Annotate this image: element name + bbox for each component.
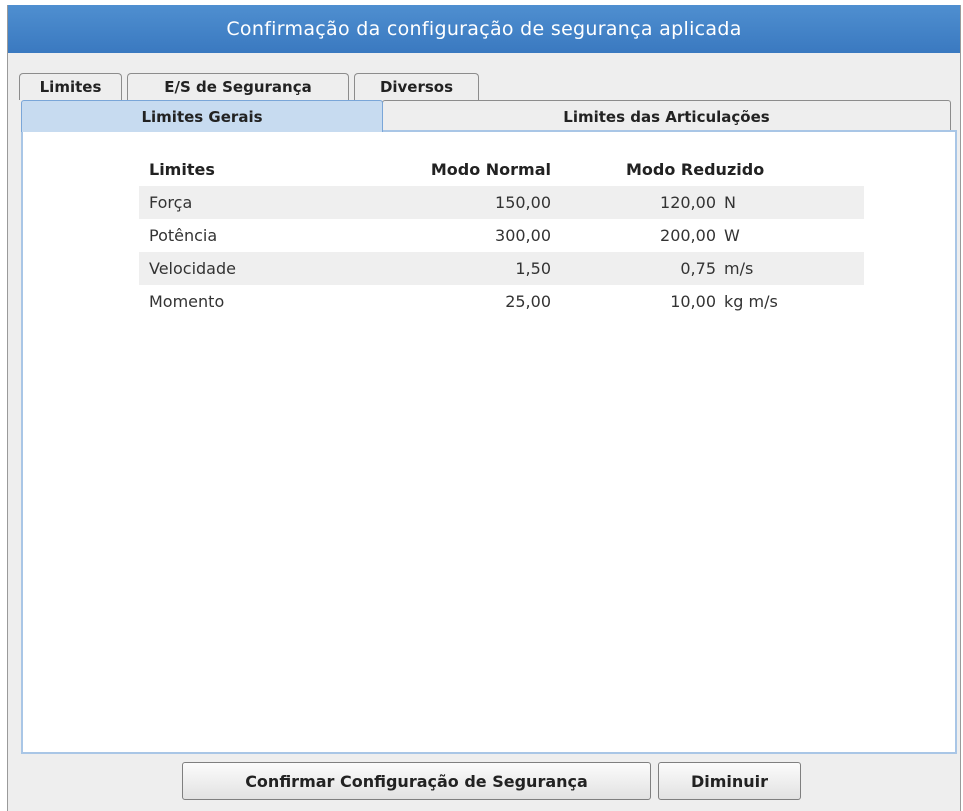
confirm-safety-config-button[interactable]: Confirmar Configuração de Segurança	[182, 762, 651, 800]
tab-label: Diversos	[379, 78, 454, 96]
unit: m/s	[716, 252, 864, 285]
spacer	[551, 285, 626, 318]
limit-name: Velocidade	[139, 252, 409, 285]
subtab-label: Limites das Articulações	[563, 107, 770, 126]
decrease-button[interactable]: Diminuir	[658, 762, 801, 800]
normal-value: 25,00	[505, 292, 551, 311]
button-label: Diminuir	[690, 771, 769, 791]
tab-es-de-seguranca[interactable]: E/S de Segurança	[127, 73, 349, 100]
limits-table: Limites Modo Normal Modo Reduzido Força …	[139, 152, 864, 318]
subtab-label: Limites Gerais	[141, 107, 263, 126]
dialog-title-bar: Confirmação da configuração de segurança…	[8, 5, 960, 53]
safety-confirmation-dialog: Confirmação da configuração de segurança…	[7, 5, 961, 811]
reduced-value: 10,00	[670, 292, 716, 311]
table-row: Potência 300,00 200,00 W	[139, 219, 864, 252]
table-header-row: Limites Modo Normal Modo Reduzido	[139, 152, 864, 186]
normal-value: 300,00	[495, 226, 551, 245]
normal-value: 1,50	[409, 252, 551, 285]
button-label: Confirmar Configuração de Segurança	[245, 771, 588, 791]
limit-name: Força	[139, 186, 409, 219]
spacer	[551, 252, 626, 285]
normal-value: 150,00	[409, 186, 551, 219]
table-row: Força 150,00 120,00 N	[139, 186, 864, 219]
header-modo-reduzido: Modo Reduzido	[626, 159, 765, 179]
spacer	[551, 219, 626, 252]
spacer	[551, 186, 626, 219]
tab-label: E/S de Segurança	[164, 78, 312, 96]
unit: W	[724, 226, 740, 245]
tab-label: Limites	[39, 78, 102, 96]
dialog-title: Confirmação da configuração de segurança…	[226, 18, 742, 40]
limits-panel: Limites Modo Normal Modo Reduzido Força …	[21, 130, 957, 754]
reduced-value: 200,00	[660, 226, 716, 245]
table-row: Velocidade 1,50 0,75 m/s	[139, 252, 864, 285]
limit-name: Potência	[149, 226, 218, 245]
reduced-value: 120,00	[626, 186, 716, 219]
unit: N	[716, 186, 864, 219]
tab-limites[interactable]: Limites	[19, 73, 122, 100]
reduced-value: 0,75	[626, 252, 716, 285]
header-modo-normal: Modo Normal	[430, 159, 551, 179]
subtab-limites-gerais[interactable]: Limites Gerais	[21, 100, 383, 132]
tab-diversos[interactable]: Diversos	[354, 73, 479, 100]
header-limites: Limites	[149, 159, 215, 179]
subtab-limites-das-articulacoes[interactable]: Limites das Articulações	[382, 100, 951, 132]
table-row: Momento 25,00 10,00 kg m/s	[139, 285, 864, 318]
unit: kg m/s	[724, 292, 778, 311]
limit-name: Momento	[149, 292, 225, 311]
